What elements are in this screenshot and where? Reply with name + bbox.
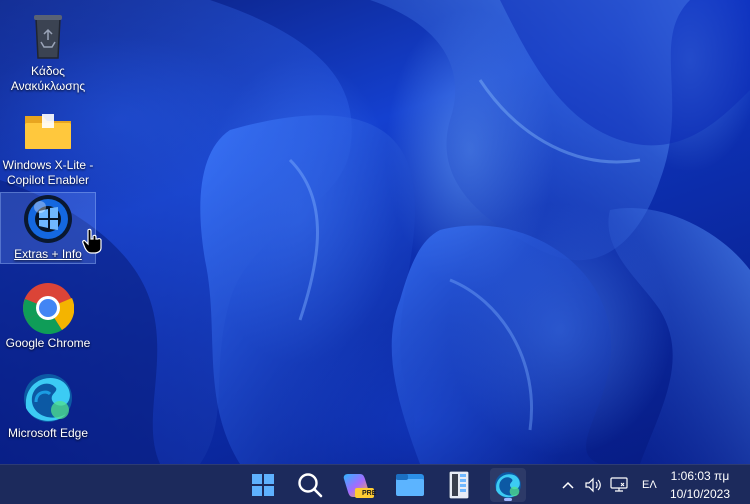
start-button[interactable] <box>245 468 281 502</box>
chrome-icon <box>22 282 75 334</box>
desktop-wallpaper <box>0 0 750 464</box>
desktop-icon-label: Extras + Info <box>14 247 82 261</box>
folder-icon <box>22 104 74 156</box>
desktop-icon-label: Windows X-Lite - Copilot Enabler <box>2 158 94 187</box>
edge-icon <box>495 472 521 498</box>
start-icon <box>252 474 274 496</box>
recycle-bin-icon <box>22 10 74 62</box>
copilot-preview-badge: PRE <box>362 490 377 497</box>
chevron-up-icon[interactable] <box>560 481 576 489</box>
copilot-button[interactable]: PRE <box>340 468 376 502</box>
clock-date: 10/10/2023 <box>669 487 730 501</box>
input-language[interactable]: ΕΛ <box>642 479 657 491</box>
file-explorer-icon <box>396 474 424 496</box>
system-tray: ΕΛ <box>560 465 657 504</box>
running-indicator <box>504 498 512 501</box>
file-explorer-button[interactable] <box>392 468 428 502</box>
search-icon <box>298 473 323 498</box>
desktop-icon-copilot-enabler[interactable]: Windows X-Lite - Copilot Enabler <box>0 104 96 190</box>
desktop-icon-label: Google Chrome <box>5 336 91 350</box>
clock[interactable]: 1:06:03 πμ 10/10/2023 <box>670 467 730 503</box>
network-icon[interactable] <box>610 477 628 493</box>
windows-x-lite-icon <box>22 193 74 245</box>
desktop-icon-microsoft-edge[interactable]: Microsoft Edge <box>0 372 96 444</box>
desktop-icon-label: Κάδος Ανακύκλωσης <box>10 64 86 93</box>
control-panel-icon <box>448 470 470 500</box>
clock-time: 1:06:03 πμ <box>670 469 730 483</box>
volume-icon[interactable] <box>584 477 602 493</box>
control-panel-button[interactable] <box>441 468 477 502</box>
taskbar: PRE ΕΛ 1:06:03 πμ 10/10/2023 <box>0 464 750 504</box>
search-button[interactable] <box>292 468 328 502</box>
desktop-icon-label: Microsoft Edge <box>7 426 89 440</box>
edge-icon <box>22 372 74 424</box>
hand-cursor-icon <box>82 228 104 258</box>
edge-taskbar-button[interactable] <box>490 468 526 502</box>
desktop-icon-recycle-bin[interactable]: Κάδος Ανακύκλωσης <box>0 10 96 98</box>
desktop-icon-google-chrome[interactable]: Google Chrome <box>0 282 96 354</box>
